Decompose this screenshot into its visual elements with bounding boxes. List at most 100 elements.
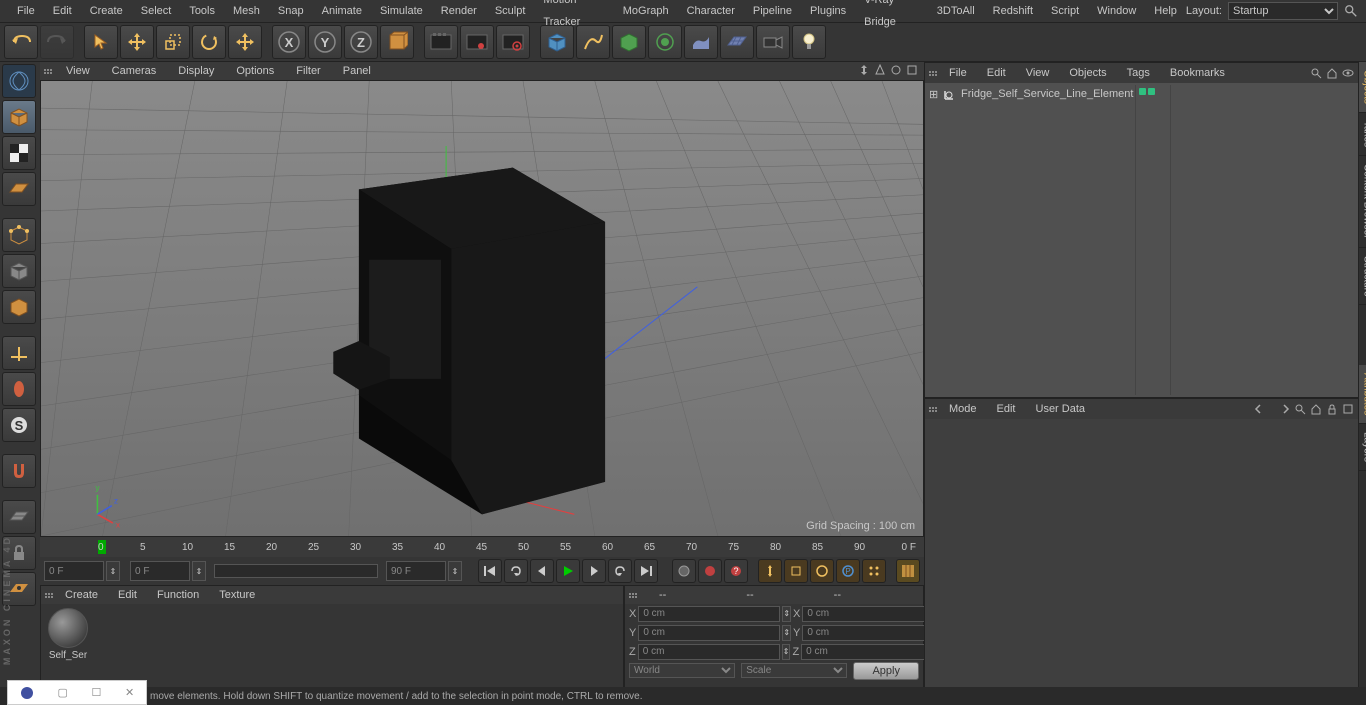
vp-menu-filter[interactable]: Filter: [286, 65, 330, 77]
frame-out-input[interactable]: [386, 561, 446, 581]
scale-tool[interactable]: [156, 25, 190, 59]
coord-scale-dropdown[interactable]: Scale: [741, 663, 847, 678]
model-mode-button[interactable]: [2, 100, 36, 134]
move-tool[interactable]: [120, 25, 154, 59]
obj-menu-bookmarks[interactable]: Bookmarks: [1160, 67, 1235, 79]
x-axis-button[interactable]: X: [272, 25, 306, 59]
vp-nav-icon[interactable]: [906, 64, 920, 78]
menu-3dtoall[interactable]: 3DToAll: [928, 0, 984, 22]
menu-pipeline[interactable]: Pipeline: [744, 0, 801, 22]
menu-mograph[interactable]: MoGraph: [614, 0, 678, 22]
obj-menu-edit[interactable]: Edit: [977, 67, 1016, 79]
spin-icon[interactable]: ⇕: [782, 606, 791, 622]
frame-start-input[interactable]: [44, 561, 104, 581]
menu-tools[interactable]: Tools: [180, 0, 224, 22]
menu-help[interactable]: Help: [1145, 0, 1186, 22]
snap-button[interactable]: S: [2, 408, 36, 442]
grip-icon[interactable]: [929, 66, 939, 80]
redo-button[interactable]: [40, 25, 74, 59]
render-dot-icon[interactable]: [1148, 88, 1155, 95]
points-mode-button[interactable]: [2, 218, 36, 252]
menu-file[interactable]: File: [8, 0, 44, 22]
spin-icon[interactable]: ⇕: [782, 644, 791, 660]
mat-menu-texture[interactable]: Texture: [209, 589, 265, 601]
search-icon[interactable]: [1294, 403, 1306, 415]
recent-tool[interactable]: [228, 25, 262, 59]
goto-end-button[interactable]: [634, 559, 658, 583]
rotate-tool[interactable]: [192, 25, 226, 59]
menu-character[interactable]: Character: [678, 0, 744, 22]
home-icon[interactable]: [1310, 403, 1322, 415]
attr-menu-mode[interactable]: Mode: [939, 403, 987, 415]
menu-render[interactable]: Render: [432, 0, 486, 22]
restore-icon[interactable]: ▢: [57, 686, 67, 699]
obj-menu-objects[interactable]: Objects: [1059, 67, 1116, 79]
vp-nav-icon[interactable]: [858, 64, 872, 78]
grip-icon[interactable]: [44, 64, 54, 78]
tab-attributes[interactable]: Attributes: [1359, 365, 1366, 424]
mat-menu-create[interactable]: Create: [55, 589, 108, 601]
light-button[interactable]: [792, 25, 826, 59]
locked-workplane-button[interactable]: [2, 500, 36, 534]
cube-primitive-button[interactable]: [540, 25, 574, 59]
generator-button[interactable]: [612, 25, 646, 59]
autokey-button[interactable]: [698, 559, 722, 583]
coord-size-z[interactable]: [801, 644, 943, 660]
menu-select[interactable]: Select: [132, 0, 181, 22]
prev-frame-button[interactable]: [530, 559, 554, 583]
visibility-dot-icon[interactable]: [1139, 88, 1146, 95]
grip-icon[interactable]: [629, 588, 639, 602]
attr-menu-edit[interactable]: Edit: [987, 403, 1026, 415]
maximize-icon[interactable]: ☐: [91, 686, 101, 699]
camera-button[interactable]: [756, 25, 790, 59]
material-item[interactable]: Self_Ser: [45, 608, 91, 664]
edges-mode-button[interactable]: [2, 254, 36, 288]
menu-script[interactable]: Script: [1042, 0, 1088, 22]
axis-button[interactable]: [2, 336, 36, 370]
tab-objects[interactable]: Objects: [1359, 62, 1366, 113]
app-icon[interactable]: [20, 686, 34, 700]
render-picture-button[interactable]: [460, 25, 494, 59]
search-icon[interactable]: [1310, 67, 1322, 79]
mat-menu-edit[interactable]: Edit: [108, 589, 147, 601]
spline-primitive-button[interactable]: [576, 25, 610, 59]
apply-button[interactable]: Apply: [853, 662, 919, 680]
goto-start-button[interactable]: [478, 559, 502, 583]
object-name[interactable]: Fridge_Self_Service_Line_Element: [961, 88, 1133, 100]
grip-icon[interactable]: [929, 402, 939, 416]
object-tree-item[interactable]: ⊞ Fridge_Self_Service_Line_Element: [927, 85, 1135, 103]
spin-icon[interactable]: ⇕: [448, 561, 462, 581]
search-icon[interactable]: [1344, 4, 1358, 18]
key-rot-button[interactable]: [810, 559, 834, 583]
coord-mode-dropdown[interactable]: World: [629, 663, 735, 678]
menu-mesh[interactable]: Mesh: [224, 0, 269, 22]
menu-edit[interactable]: Edit: [44, 0, 81, 22]
menu-simulate[interactable]: Simulate: [371, 0, 432, 22]
tab-structure[interactable]: Structure: [1359, 248, 1366, 306]
perspective-viewport[interactable]: Perspective: [40, 80, 924, 537]
eye-icon[interactable]: [1342, 67, 1354, 79]
coord-pos-y[interactable]: [638, 625, 780, 641]
viewport-solo-button[interactable]: [2, 372, 36, 406]
menu-animate[interactable]: Animate: [313, 0, 371, 22]
floor-button[interactable]: [720, 25, 754, 59]
material-preview-icon[interactable]: [48, 608, 88, 648]
next-frame-button[interactable]: [582, 559, 606, 583]
spin-icon[interactable]: ⇕: [106, 561, 120, 581]
coord-system-button[interactable]: [380, 25, 414, 59]
obj-menu-file[interactable]: File: [939, 67, 977, 79]
object-tree[interactable]: ⊞ Fridge_Self_Service_Line_Element: [925, 83, 1358, 397]
loop-button[interactable]: [504, 559, 528, 583]
editable-button[interactable]: [2, 64, 36, 98]
play-button[interactable]: [556, 559, 580, 583]
coord-pos-z[interactable]: [638, 644, 780, 660]
render-settings-button[interactable]: [496, 25, 530, 59]
y-axis-button[interactable]: Y: [308, 25, 342, 59]
vp-menu-options[interactable]: Options: [226, 65, 284, 77]
render-view-button[interactable]: [424, 25, 458, 59]
keyframe-button[interactable]: [672, 559, 696, 583]
undo-button[interactable]: [4, 25, 38, 59]
spin-icon[interactable]: ⇕: [782, 625, 791, 641]
z-axis-button[interactable]: Z: [344, 25, 378, 59]
loop-forward-button[interactable]: [608, 559, 632, 583]
